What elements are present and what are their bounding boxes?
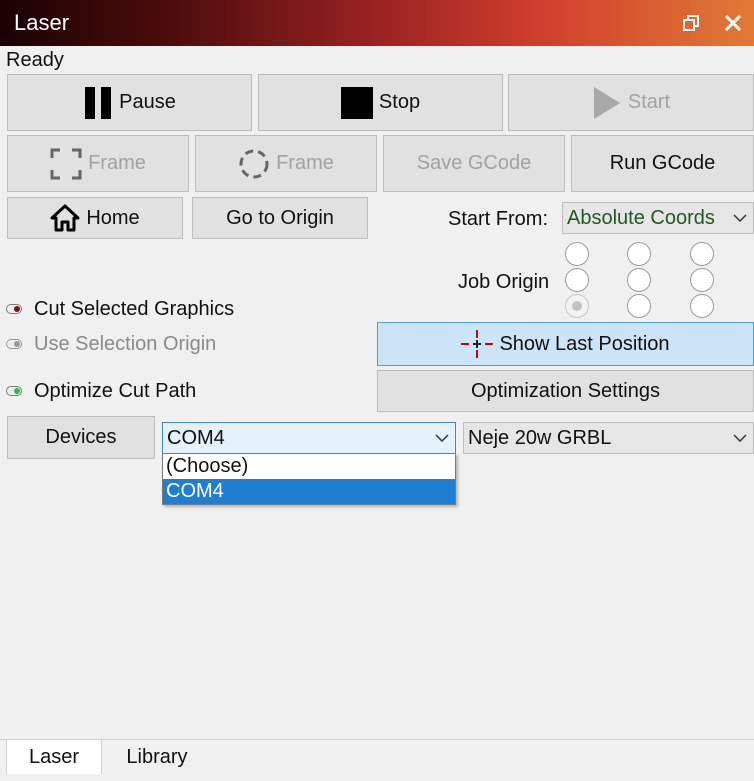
chevron-down-icon (733, 214, 747, 222)
device-profile-select[interactable]: Neje 20w GRBL (463, 422, 754, 454)
close-icon (724, 14, 742, 32)
job-origin-radio-middle-left[interactable] (565, 268, 589, 292)
go-to-origin-button[interactable]: Go to Origin (192, 197, 368, 239)
home-button[interactable]: Home (7, 197, 183, 239)
job-origin-radio-center[interactable] (627, 268, 651, 292)
job-origin-radio-top-left[interactable] (565, 242, 589, 266)
tab-laser[interactable]: Laser (6, 740, 102, 774)
pause-icon (85, 86, 112, 119)
cut-selected-label: Cut Selected Graphics (34, 298, 235, 320)
frame-circle-button[interactable]: Frame (195, 135, 377, 192)
status-text: Ready (6, 49, 64, 71)
job-origin-radio-bottom-right[interactable] (690, 294, 714, 318)
play-icon (593, 86, 620, 119)
frame-circle-label: Frame (276, 152, 334, 174)
title-bar: Laser (0, 0, 754, 46)
restore-icon (683, 15, 699, 31)
start-from-value: Absolute Coords (567, 206, 715, 229)
home-label: Home (86, 206, 140, 229)
restore-window-button[interactable] (676, 8, 706, 38)
port-option-choose[interactable]: (Choose) (163, 454, 455, 479)
use-selection-origin-label: Use Selection Origin (34, 333, 217, 355)
job-origin-label: Job Origin (458, 271, 550, 293)
device-profile-value: Neje 20w GRBL (468, 426, 612, 449)
stop-button[interactable]: Stop (258, 74, 503, 131)
frame-circle-icon (239, 149, 269, 178)
pause-label: Pause (119, 91, 176, 113)
job-origin-radio-middle-right[interactable] (690, 268, 714, 292)
optimize-cut-path-label: Optimize Cut Path (34, 380, 197, 402)
run-gcode-button[interactable]: Run GCode (571, 135, 754, 192)
frame-rect-icon (50, 148, 82, 179)
close-window-button[interactable] (718, 8, 748, 38)
cut-selected-toggle[interactable] (6, 304, 22, 314)
frame-rect-label: Frame (88, 152, 146, 174)
tab-library[interactable]: Library (104, 740, 210, 774)
start-button[interactable]: Start (508, 74, 754, 131)
chevron-down-icon (435, 434, 449, 442)
job-origin-radio-bottom-center[interactable] (627, 294, 651, 318)
port-option-com4[interactable]: COM4 (163, 479, 455, 504)
pause-button[interactable]: Pause (7, 74, 252, 131)
chevron-down-icon (733, 434, 747, 442)
devices-button[interactable]: Devices (7, 416, 155, 459)
window-title: Laser (14, 10, 70, 35)
stop-icon (340, 86, 373, 119)
port-select[interactable]: COM4 (162, 422, 456, 454)
port-value: COM4 (167, 426, 225, 449)
start-from-select[interactable]: Absolute Coords (562, 202, 754, 234)
show-last-position-label: Show Last Position (499, 332, 670, 355)
job-origin-radio-bottom-left[interactable] (565, 294, 589, 318)
job-origin-radio-top-right[interactable] (690, 242, 714, 266)
port-dropdown-list: (Choose) COM4 (162, 453, 456, 505)
use-selection-origin-toggle[interactable] (6, 339, 22, 349)
stop-label: Stop (378, 91, 421, 113)
start-label: Start (627, 91, 671, 113)
optimization-settings-button[interactable]: Optimization Settings (377, 370, 754, 412)
start-from-label: Start From: (448, 208, 549, 230)
show-last-position-button[interactable]: Show Last Position (377, 322, 754, 366)
job-origin-radio-top-center[interactable] (627, 242, 651, 266)
crosshair-icon (461, 330, 494, 358)
optimize-cut-path-toggle[interactable] (6, 386, 22, 396)
home-icon (50, 204, 80, 232)
frame-rect-button[interactable]: Frame (7, 135, 189, 192)
save-gcode-button[interactable]: Save GCode (383, 135, 565, 192)
